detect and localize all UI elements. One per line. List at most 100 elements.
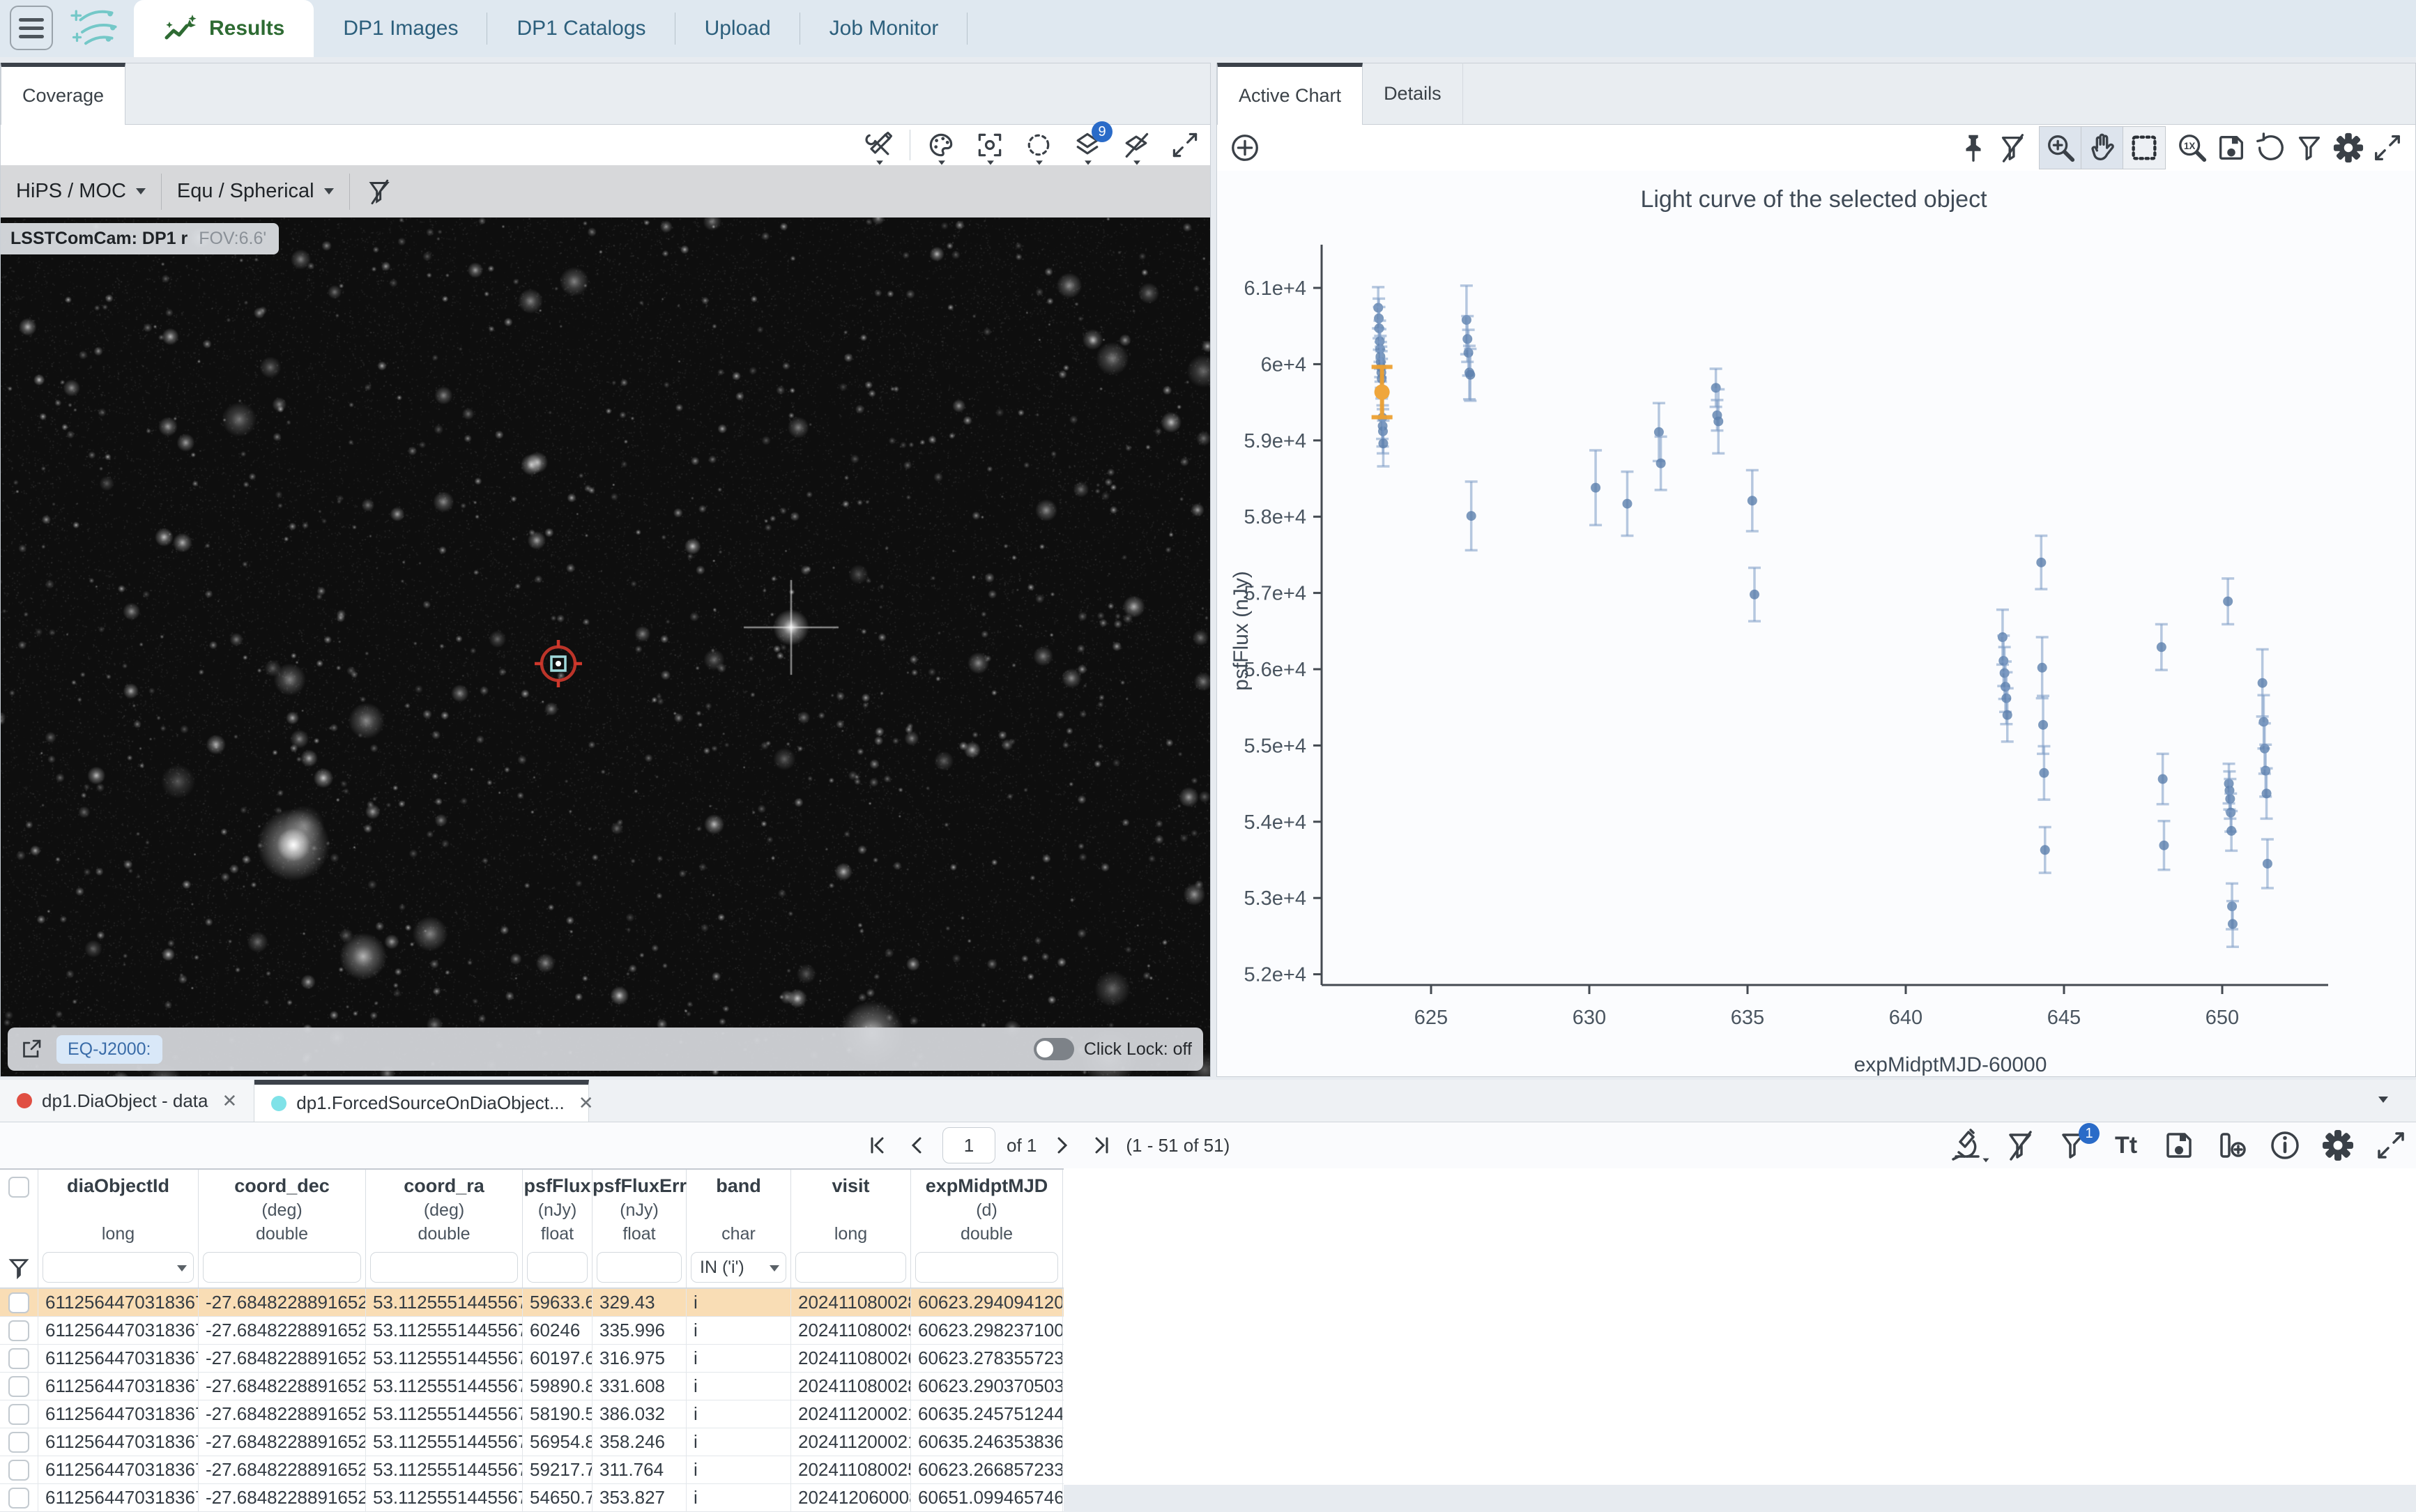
table-cell: 59217.7 <box>523 1456 592 1483</box>
expand-icon[interactable] <box>1167 127 1203 163</box>
chart-tabstrip: Active Chart Details <box>1217 63 2415 125</box>
table-section: dp1.DiaObject - data✕dp1.ForcedSourceOnD… <box>0 1080 2416 1485</box>
sky-image <box>1 217 1210 1076</box>
filter-input-psfFluxErr[interactable] <box>597 1252 682 1283</box>
fov-label: FOV:6.6' <box>199 229 266 249</box>
table-row[interactable]: 611256447031836758-27.6848228891652853.1… <box>0 1456 1064 1484</box>
rotate-icon[interactable] <box>2251 128 2290 167</box>
save-icon[interactable] <box>2159 1126 2199 1165</box>
table-tab-0[interactable]: dp1.DiaObject - data✕ <box>0 1080 254 1122</box>
nav-tab-dp1-images[interactable]: DP1 Images <box>314 0 487 57</box>
tab-coverage[interactable]: Coverage <box>1 63 125 125</box>
table-row[interactable]: 611256447031836758-27.6848228891652853.1… <box>0 1428 1064 1456</box>
hamburger-menu-button[interactable] <box>10 6 53 50</box>
table-cell: 53.11255514455679 <box>366 1317 523 1344</box>
row-checkbox[interactable] <box>8 1488 29 1509</box>
pan-icon[interactable] <box>2081 127 2123 169</box>
table-cell: -27.68482288916528 <box>199 1400 366 1428</box>
row-checkbox[interactable] <box>8 1348 29 1369</box>
expand-icon[interactable] <box>2368 128 2407 167</box>
close-icon[interactable]: ✕ <box>222 1090 237 1112</box>
table-row[interactable]: 611256447031836758-27.6848228891652853.1… <box>0 1400 1064 1428</box>
chevron-down-icon <box>938 160 945 165</box>
microscope-icon[interactable] <box>1948 1126 1987 1165</box>
center-icon[interactable] <box>972 127 1008 163</box>
table-row[interactable]: 611256447031836758-27.6848228891652853.1… <box>0 1317 1064 1345</box>
nav-tab-dp1-catalogs[interactable]: DP1 Catalogs <box>487 0 675 57</box>
filter-off-icon[interactable] <box>2001 1126 2040 1165</box>
filter-input-coord_dec[interactable] <box>203 1252 361 1283</box>
filter-input-expMidptMJD[interactable] <box>915 1252 1058 1283</box>
table-cell: 611256447031836758 <box>38 1428 199 1456</box>
tools-icon[interactable] <box>861 127 897 163</box>
close-icon[interactable]: ✕ <box>579 1092 594 1114</box>
tab-coverage-label: Coverage <box>22 85 104 107</box>
row-checkbox[interactable] <box>8 1404 29 1425</box>
table-row[interactable]: 611256447031836758-27.6848228891652853.1… <box>0 1373 1064 1400</box>
filter-icon[interactable] <box>2290 128 2329 167</box>
prev-page-button[interactable] <box>903 1131 931 1159</box>
row-checkbox[interactable] <box>8 1292 29 1313</box>
sky-image-viewport[interactable]: LSSTComCam: DP1 r FOV:6.6' EQ-J2000: Cli… <box>1 217 1210 1076</box>
svg-text:645: 645 <box>2047 1007 2081 1029</box>
settings-icon[interactable] <box>2329 128 2368 167</box>
coverage-filter-off-button[interactable] <box>365 178 393 206</box>
settings-icon[interactable] <box>2318 1126 2357 1165</box>
table-row[interactable]: 611256447031836758-27.6848228891652853.1… <box>0 1289 1064 1317</box>
last-page-button[interactable] <box>1087 1131 1115 1159</box>
nav-tab-upload[interactable]: Upload <box>675 0 800 57</box>
zoom-1x-icon[interactable]: 1X <box>2173 128 2212 167</box>
table-row[interactable]: 611256447031836758-27.6848228891652853.1… <box>0 1345 1064 1373</box>
row-checkbox[interactable] <box>8 1320 29 1341</box>
row-checkbox[interactable] <box>8 1460 29 1481</box>
box-select-icon[interactable] <box>2123 127 2165 169</box>
tab-active-chart[interactable]: Active Chart <box>1217 63 1363 125</box>
filter-off-icon[interactable] <box>1993 128 2032 167</box>
row-checkbox[interactable] <box>8 1376 29 1397</box>
nav-tab-job-monitor[interactable]: Job Monitor <box>800 0 968 57</box>
click-lock-toggle[interactable] <box>1034 1038 1074 1060</box>
nav-tab-label: Job Monitor <box>829 17 939 40</box>
row-checkbox[interactable] <box>8 1432 29 1453</box>
save-icon[interactable] <box>2212 128 2251 167</box>
chart-panel: Active Chart Details 1X 6.1e+46e+45.9e+4… <box>1216 63 2416 1077</box>
add-column-icon[interactable] <box>2212 1126 2251 1165</box>
light-curve-chart[interactable]: 6.1e+46e+45.9e+45.8e+45.7e+45.6e+45.5e+4… <box>1217 171 2415 1076</box>
hips-moc-dropdown[interactable]: HiPS / MOC <box>16 180 146 203</box>
next-page-button[interactable] <box>1048 1131 1076 1159</box>
zoom-in-icon[interactable] <box>2040 127 2081 169</box>
region-icon[interactable] <box>1020 127 1057 163</box>
tab-list-dropdown-icon[interactable] <box>2378 1097 2388 1103</box>
layers-icon[interactable]: 9 <box>1069 127 1106 163</box>
page-number-input[interactable] <box>942 1127 995 1163</box>
filter-input-diaObjectId[interactable] <box>43 1252 194 1283</box>
table-cell: 59890.8 <box>523 1373 592 1400</box>
first-page-button[interactable] <box>864 1131 892 1159</box>
chevron-down-icon <box>1982 1159 1989 1163</box>
text-size-icon[interactable]: Tt <box>2107 1126 2146 1165</box>
nav-tab-results[interactable]: Results <box>134 0 314 57</box>
info-icon[interactable] <box>2265 1126 2304 1165</box>
tab-details[interactable]: Details <box>1363 63 1463 124</box>
pin-icon[interactable] <box>1954 128 1993 167</box>
external-link-icon[interactable] <box>19 1037 44 1062</box>
table-row[interactable]: 611256447031836758-27.6848228891652853.1… <box>0 1484 1064 1512</box>
table-tab-1[interactable]: dp1.ForcedSourceOnDiaObject...✕ <box>254 1080 589 1122</box>
column-header: band <box>687 1170 790 1200</box>
overlay-off-icon[interactable] <box>1118 127 1154 163</box>
filter-icon[interactable]: 1 <box>2054 1126 2093 1165</box>
projection-dropdown[interactable]: Equ / Spherical <box>177 180 334 203</box>
table-cell: 611256447031836758 <box>38 1345 199 1372</box>
filter-input-coord_ra[interactable] <box>370 1252 518 1283</box>
expand-icon[interactable] <box>2371 1126 2410 1165</box>
svg-text:psfFlux (nJy): psfFlux (nJy) <box>1230 571 1253 691</box>
chevron-down-icon <box>177 1265 187 1272</box>
palette-icon[interactable] <box>923 127 959 163</box>
row-range-label: (1 - 51 of 51) <box>1126 1135 1230 1156</box>
filter-input-psfFlux[interactable] <box>527 1252 588 1283</box>
add-chart-icon[interactable] <box>1225 128 1264 167</box>
filter-input-visit[interactable] <box>795 1252 906 1283</box>
chevron-down-icon <box>987 160 994 165</box>
table-tab-status-dot <box>17 1093 32 1108</box>
select-all-checkbox[interactable] <box>8 1177 29 1198</box>
